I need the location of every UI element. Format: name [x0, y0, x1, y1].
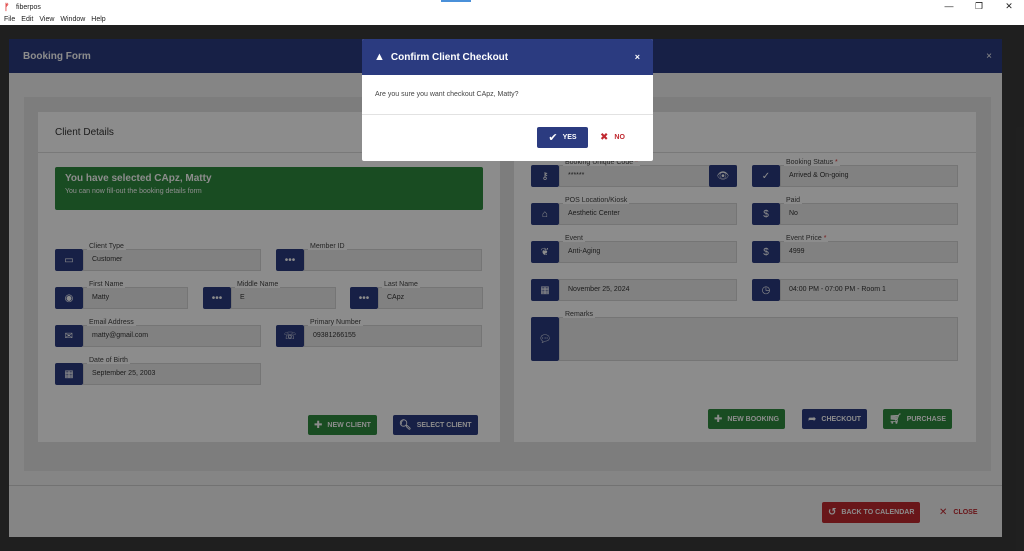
- menu-help[interactable]: Help: [91, 16, 105, 23]
- minimize-button[interactable]: —: [934, 0, 964, 14]
- confirm-message: Are you sure you want checkout CApz, Mat…: [375, 91, 519, 98]
- menu-view[interactable]: View: [39, 16, 54, 23]
- menu-edit[interactable]: Edit: [21, 16, 33, 23]
- confirm-divider: [362, 114, 653, 115]
- titlebar-accent: [441, 0, 471, 2]
- maximize-button[interactable]: ❐: [964, 0, 994, 14]
- window-title: fiberpos: [16, 3, 41, 11]
- close-icon: ✖: [600, 132, 609, 143]
- warning-icon: ▲: [374, 51, 385, 63]
- window-titlebar: ᚠ fiberpos — ❐ ✕: [0, 0, 1024, 14]
- menu-file[interactable]: File: [4, 16, 15, 23]
- confirm-header: ▲ Confirm Client Checkout: [362, 39, 653, 75]
- check-icon: ✔: [548, 132, 558, 144]
- menu-window[interactable]: Window: [60, 16, 85, 23]
- yes-button[interactable]: ✔ YES: [537, 127, 588, 148]
- confirm-title: Confirm Client Checkout: [390, 51, 509, 63]
- menu-bar: File Edit View Window Help: [0, 14, 1024, 25]
- app-logo-icon: ᚠ: [4, 2, 10, 12]
- no-button[interactable]: ✖ NO: [600, 132, 625, 143]
- window-close-button[interactable]: ✕: [994, 0, 1024, 14]
- confirm-close-button[interactable]: ×: [635, 52, 640, 62]
- confirm-checkout-dialog: ▲ Confirm Client Checkout × Are you sure…: [362, 39, 653, 161]
